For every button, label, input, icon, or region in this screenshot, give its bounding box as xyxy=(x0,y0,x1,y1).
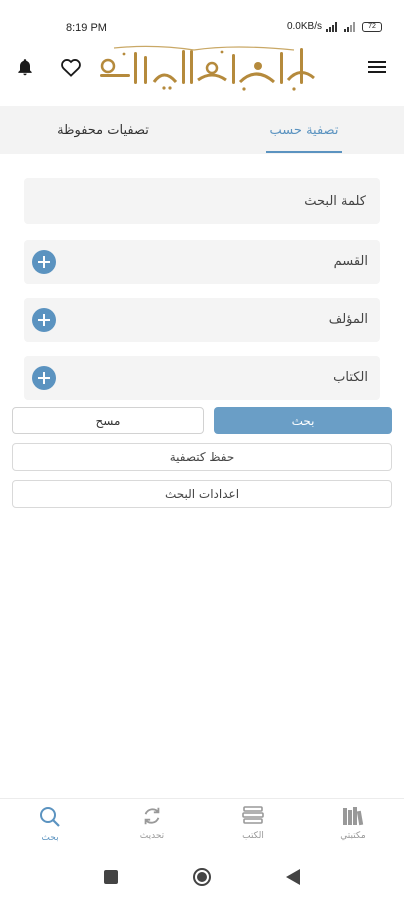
bell-icon xyxy=(18,59,32,76)
status-indicators: 0.0KB/s 72 xyxy=(287,21,382,32)
home-icon[interactable] xyxy=(192,867,212,887)
nav-books-label: الكتب xyxy=(242,831,264,841)
library-icon xyxy=(343,807,364,826)
nav-library[interactable]: مكتبتي xyxy=(318,805,388,853)
refresh-icon xyxy=(144,807,160,825)
back-icon[interactable] xyxy=(286,869,300,885)
nav-search[interactable]: بحث xyxy=(15,805,85,853)
battery-icon: 72 xyxy=(362,21,382,32)
nav-update[interactable]: تحديث xyxy=(117,805,187,853)
app-header xyxy=(0,40,404,104)
tab-saved-filters[interactable]: تصفيات محفوظة xyxy=(40,106,166,154)
plus-icon xyxy=(38,314,50,326)
status-bar: 8:19 PM 0.0KB/s 72 xyxy=(0,0,404,40)
net-speed: 0.0KB/s xyxy=(286,21,322,32)
section-label: القسم xyxy=(333,254,368,269)
plus-icon xyxy=(38,256,50,268)
add-section-button[interactable] xyxy=(32,250,56,274)
nav-books[interactable]: الكتب xyxy=(218,805,288,853)
app-screen: 8:19 PM 0.0KB/s 72 تصفيات محفوظة تصفية ح… xyxy=(0,0,404,900)
recent-apps-icon[interactable] xyxy=(104,870,118,884)
notifications-button[interactable] xyxy=(12,54,38,80)
section-selector[interactable]: القسم xyxy=(24,240,380,284)
book-label: الكتاب xyxy=(333,370,368,385)
menu-button[interactable] xyxy=(364,54,390,80)
bottom-navigation: بحث تحديث الكتب مكتبتي xyxy=(0,798,404,856)
add-book-button[interactable] xyxy=(32,366,56,390)
app-logo xyxy=(100,45,315,91)
filter-tabs: تصفيات محفوظة تصفية حسب xyxy=(0,106,404,154)
nav-update-label: تحديث xyxy=(139,831,165,841)
search-input[interactable] xyxy=(24,178,380,224)
system-navigation xyxy=(0,856,404,900)
signal-icon-2 xyxy=(344,21,355,32)
status-time: 8:19 PM xyxy=(66,22,107,34)
nav-library-label: مكتبتي xyxy=(340,831,366,841)
keyword-field[interactable] xyxy=(24,178,380,224)
search-icon xyxy=(40,807,60,827)
books-stack-icon xyxy=(242,806,264,824)
nav-search-label: بحث xyxy=(41,833,59,843)
author-selector[interactable]: المؤلف xyxy=(24,298,380,342)
clear-button[interactable]: مسح xyxy=(12,407,204,434)
tab-filter-by[interactable]: تصفية حسب xyxy=(266,106,342,154)
plus-icon xyxy=(38,372,50,384)
add-author-button[interactable] xyxy=(32,308,56,332)
author-label: المؤلف xyxy=(328,312,368,327)
search-settings-button[interactable]: اعدادات البحث xyxy=(12,480,392,508)
active-tab-indicator xyxy=(266,151,342,153)
signal-icon xyxy=(326,21,337,32)
book-selector[interactable]: الكتاب xyxy=(24,356,380,400)
favorites-button[interactable] xyxy=(58,54,84,80)
save-filter-button[interactable]: حفظ كتصفية xyxy=(12,443,392,471)
heart-icon xyxy=(61,59,81,77)
search-button[interactable]: بحث xyxy=(214,407,392,434)
menu-icon xyxy=(368,61,386,73)
